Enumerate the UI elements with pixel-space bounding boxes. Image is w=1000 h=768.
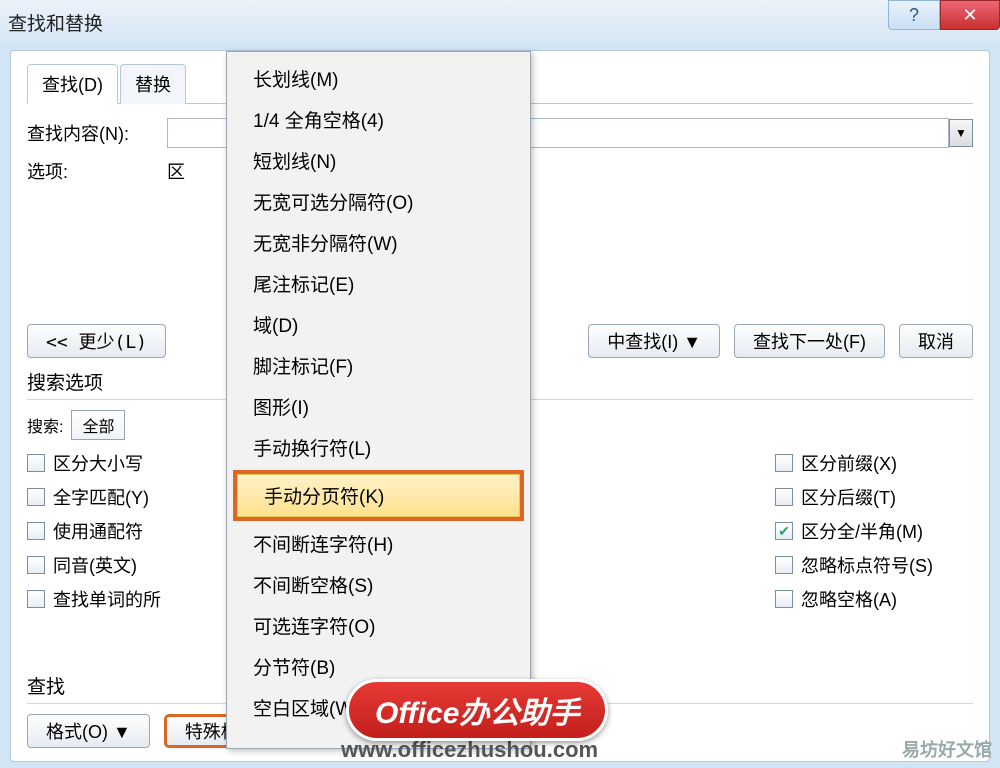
tab-find[interactable]: 查找(D) xyxy=(27,64,118,104)
checkbox-option[interactable]: 忽略空格(A) xyxy=(775,586,933,612)
find-next-button[interactable]: 查找下一处(F) xyxy=(734,324,885,358)
checkbox-icon xyxy=(775,454,793,472)
find-content-dropdown[interactable]: ▼ xyxy=(949,119,973,147)
checkbox-label: 区分全/半角(M) xyxy=(801,518,923,544)
checkbox-label: 区分前缀(X) xyxy=(801,450,897,476)
help-button[interactable]: ? xyxy=(888,0,940,30)
menu-item[interactable]: 短划线(N) xyxy=(227,140,530,181)
window-title: 查找和替换 xyxy=(8,9,103,36)
tab-replace[interactable]: 替换 xyxy=(120,64,186,104)
checkbox-option[interactable]: 忽略标点符号(S) xyxy=(775,552,933,578)
menu-item[interactable]: 无宽可选分隔符(O) xyxy=(227,181,530,222)
menu-item[interactable]: 1/4 全角空格(4) xyxy=(227,99,530,140)
options-label: 选项: xyxy=(27,158,167,184)
watermark-badge: Office办公助手 xyxy=(346,679,608,741)
checkbox-label: 区分后缀(T) xyxy=(801,484,896,510)
checkbox-icon xyxy=(27,522,45,540)
checkbox-icon: ✔ xyxy=(775,522,793,540)
dialog-body: 查找(D) 替换 查找内容(N): ▼ 选项: 区 << 更少(L) 中查找(I… xyxy=(10,50,990,762)
checkbox-option[interactable]: 查找单词的所 xyxy=(27,586,161,612)
search-direction-select[interactable]: 全部 xyxy=(71,410,125,440)
less-button[interactable]: << 更少(L) xyxy=(27,324,166,358)
checkbox-icon xyxy=(27,454,45,472)
menu-item[interactable]: 尾注标记(E) xyxy=(227,263,530,304)
close-button[interactable]: ✕ xyxy=(940,0,1000,30)
menu-item[interactable]: 不间断连字符(H) xyxy=(227,523,530,564)
find-in-button[interactable]: 中查找(I) ▼ xyxy=(588,324,720,358)
menu-item[interactable]: 脚注标记(F) xyxy=(227,345,530,386)
checkbox-label: 忽略空格(A) xyxy=(801,586,897,612)
checkbox-label: 全字匹配(Y) xyxy=(53,484,149,510)
menu-item[interactable]: 不间断空格(S) xyxy=(227,564,530,605)
checkbox-label: 区分大小写 xyxy=(53,450,143,476)
menu-item[interactable]: 无宽非分隔符(W) xyxy=(227,222,530,263)
menu-item[interactable]: 可选连字符(O) xyxy=(227,605,530,646)
checkbox-option[interactable]: 使用通配符 xyxy=(27,518,161,544)
checkbox-option[interactable]: 区分大小写 xyxy=(27,450,161,476)
menu-item[interactable]: 手动换行符(L) xyxy=(227,427,530,468)
checkbox-icon xyxy=(775,590,793,608)
options-left-column: 区分大小写全字匹配(Y) 使用通配符同音(英文) 查找单词的所 xyxy=(27,450,161,612)
cancel-button[interactable]: 取消 xyxy=(899,324,973,358)
find-content-label: 查找内容(N): xyxy=(27,120,167,146)
checkbox-icon xyxy=(775,556,793,574)
options-right-column: 区分前缀(X) 区分后缀(T) ✔ 区分全/半角(M) 忽略标点符号(S) 忽略空格(A) xyxy=(775,450,933,612)
window-controls: ? ✕ xyxy=(888,0,1000,30)
checkbox-option[interactable]: 全字匹配(Y) xyxy=(27,484,161,510)
checkbox-label: 同音(英文) xyxy=(53,552,137,578)
checkbox-option[interactable]: 区分前缀(X) xyxy=(775,450,933,476)
page-watermark: 易坊好文馆 xyxy=(902,736,992,762)
checkbox-label: 使用通配符 xyxy=(53,518,143,544)
menu-item-highlighted[interactable]: 手动分页符(K) xyxy=(233,470,524,521)
special-format-menu: 长划线(M)1/4 全角空格(4)短划线(N)无宽可选分隔符(O)无宽非分隔符(… xyxy=(226,51,531,749)
checkbox-icon xyxy=(27,488,45,506)
menu-item[interactable]: 图形(I) xyxy=(227,386,530,427)
title-bar: 查找和替换 ? ✕ xyxy=(0,0,1000,44)
menu-item[interactable]: 长划线(M) xyxy=(227,58,530,99)
format-button[interactable]: 格式(O) ▼ xyxy=(27,714,150,748)
checkbox-icon xyxy=(27,590,45,608)
checkbox-label: 忽略标点符号(S) xyxy=(801,552,933,578)
options-value: 区 xyxy=(167,158,185,184)
checkbox-option[interactable]: 同音(英文) xyxy=(27,552,161,578)
checkbox-icon xyxy=(775,488,793,506)
checkbox-label: 查找单词的所 xyxy=(53,586,161,612)
search-direction-label: 搜索: xyxy=(27,413,63,437)
checkbox-option[interactable]: ✔ 区分全/半角(M) xyxy=(775,518,933,544)
menu-item[interactable]: 域(D) xyxy=(227,304,530,345)
checkbox-icon xyxy=(27,556,45,574)
checkbox-option[interactable]: 区分后缀(T) xyxy=(775,484,933,510)
